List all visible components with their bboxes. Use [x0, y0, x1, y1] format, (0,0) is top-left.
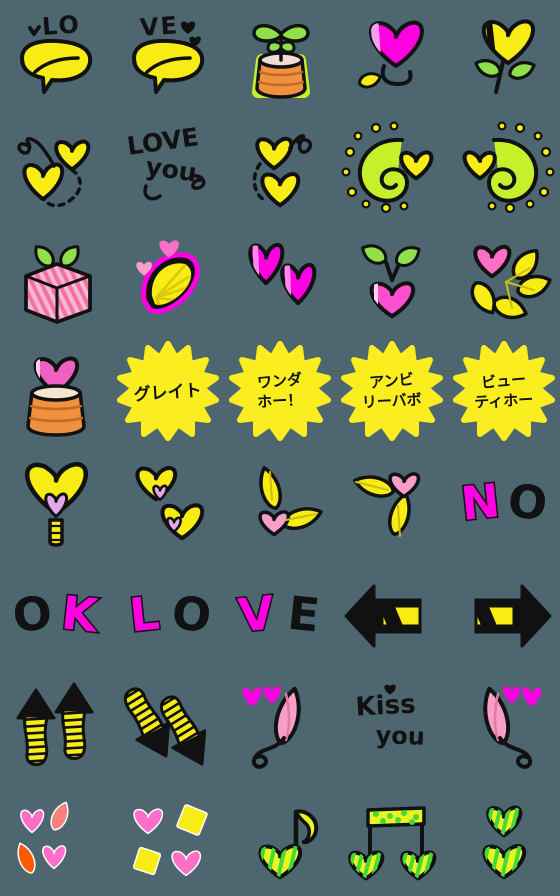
speech-bubble-ve-icon: VE — [132, 11, 205, 94]
sticker-two-hearts-swirl-right[interactable] — [224, 112, 336, 224]
cherry-heart-icon — [361, 244, 421, 319]
svg-text:you: you — [375, 721, 425, 751]
sticker-confetti-hearts-diamonds[interactable] — [112, 784, 224, 896]
sticker-arrows-up[interactable] — [0, 672, 112, 784]
sticker-arrow-right[interactable] — [448, 560, 560, 672]
love-you-text-icon: LOVEyou — [125, 122, 206, 201]
arrows-down-icon — [121, 684, 207, 766]
sticker-burst-wonderful[interactable]: ワンダ ホー！ — [224, 336, 336, 448]
sticker-word-no[interactable]: NO — [448, 448, 560, 560]
sticker-speech-bubble-lo[interactable]: LO — [0, 0, 112, 112]
sticker-two-yellow-hearts[interactable] — [112, 448, 224, 560]
pink-yellow-flower-icon — [470, 244, 552, 320]
svg-text:LO: LO — [41, 10, 82, 41]
potted-sprout-icon — [252, 23, 310, 99]
speech-bubble-lo-icon: LO — [20, 10, 93, 94]
heart-balloon-icon — [24, 462, 89, 547]
svg-text:N: N — [458, 473, 502, 531]
eighth-note-heart-icon — [258, 809, 319, 880]
gift-box-icon — [24, 245, 92, 324]
heart-in-sack-icon — [26, 356, 86, 437]
petal-swirl-left-icon — [242, 686, 301, 769]
burst-wonderful-icon: ワンダホー！ — [229, 341, 331, 441]
sticker-petal-swirl-left[interactable] — [224, 672, 336, 784]
burst-great-icon: グレイト — [117, 341, 219, 441]
svg-text:you: you — [144, 152, 199, 188]
sticker-swirl-heart-sparkle-right[interactable] — [448, 112, 560, 224]
sticker-burst-unbelievable[interactable]: アンビ リーバボ — [336, 336, 448, 448]
word-ok-icon: OK — [10, 584, 104, 645]
sticker-heart-balloon[interactable] — [0, 448, 112, 560]
confetti-hearts-pink-icon — [17, 801, 69, 874]
svg-text:L: L — [127, 586, 162, 643]
sticker-potted-sprout[interactable] — [224, 0, 336, 112]
sticker-arrows-down[interactable] — [112, 672, 224, 784]
sticker-speech-bubble-ve[interactable]: VE — [112, 0, 224, 112]
sticker-word-lo[interactable]: LO — [112, 560, 224, 672]
burst-beautiful-icon: ビューティホー — [453, 341, 555, 441]
sticker-gift-box[interactable] — [0, 224, 112, 336]
magenta-striped-hearts-icon — [248, 243, 317, 306]
sticker-arrow-left[interactable] — [336, 560, 448, 672]
sticker-burst-beautiful[interactable]: ビュー ティホー — [448, 336, 560, 448]
kiss-you-text-icon: Kissyou — [355, 684, 425, 751]
sticker-leaf-trio-down[interactable] — [224, 448, 336, 560]
svg-text:アンビ: アンビ — [369, 370, 415, 392]
sticker-petal-swirl-right[interactable] — [448, 672, 560, 784]
svg-text:O: O — [10, 585, 55, 643]
sticker-beamed-notes-heart[interactable] — [336, 784, 448, 896]
sticker-yellow-heart-flower[interactable] — [448, 0, 560, 112]
sticker-heart-in-sack[interactable] — [0, 336, 112, 448]
leaf-trio-up-icon — [353, 472, 421, 537]
svg-text:E: E — [285, 586, 322, 643]
yellow-heart-flower-icon — [474, 19, 536, 94]
two-yellow-hearts-icon — [135, 466, 205, 541]
svg-text:V: V — [236, 585, 277, 642]
sticker-magenta-heart-flower[interactable] — [336, 0, 448, 112]
sticker-word-ve[interactable]: VE — [224, 560, 336, 672]
sticker-pink-yellow-flower[interactable] — [448, 224, 560, 336]
svg-text:リーバボ: リーバボ — [361, 390, 422, 411]
arrow-left-icon — [344, 584, 422, 648]
sticker-burst-great[interactable]: グレイト — [112, 336, 224, 448]
sticker-two-hearts-swirl-left[interactable] — [0, 112, 112, 224]
swirl-heart-sparkle-left-icon — [341, 121, 434, 214]
sticker-confetti-hearts-pink[interactable] — [0, 784, 112, 896]
magenta-heart-flower-icon — [358, 20, 424, 89]
two-hearts-swirl-right-icon — [252, 134, 313, 208]
word-ve-icon: VE — [234, 584, 322, 644]
word-no-icon: NO — [457, 472, 550, 533]
svg-text:ホー！: ホー！ — [257, 391, 303, 411]
sticker-stacked-hearts[interactable] — [448, 784, 560, 896]
svg-text:Kiss: Kiss — [355, 689, 417, 722]
sticker-sheet: LO VE LOVE you グレイト ワンダ ホー！ アンビ リーバボ ビュー ティホー N O O K L… — [0, 0, 560, 896]
svg-text:VE: VE — [139, 11, 180, 42]
sticker-magenta-striped-hearts[interactable] — [224, 224, 336, 336]
svg-text:O: O — [169, 585, 214, 643]
sticker-word-ok[interactable]: OK — [0, 560, 112, 672]
sticker-eighth-note-heart[interactable] — [224, 784, 336, 896]
svg-text:O: O — [505, 473, 550, 531]
sticker-lemon-slice[interactable] — [112, 224, 224, 336]
sticker-kiss-you-text[interactable]: Kiss you — [336, 672, 448, 784]
arrows-up-icon — [16, 682, 94, 766]
sticker-leaf-trio-up[interactable] — [336, 448, 448, 560]
word-lo-icon: LO — [125, 584, 214, 644]
beamed-notes-heart-icon — [348, 806, 437, 881]
burst-unbelievable-icon: アンビリーバボ — [341, 341, 443, 441]
sticker-cherry-heart[interactable] — [336, 224, 448, 336]
arrow-right-icon — [474, 584, 552, 648]
lemon-slice-icon — [136, 240, 200, 314]
two-hearts-swirl-left-icon — [17, 137, 91, 208]
stacked-hearts-icon — [482, 805, 527, 880]
sticker-swirl-heart-sparkle-left[interactable] — [336, 112, 448, 224]
swirl-heart-sparkle-right-icon — [462, 121, 555, 214]
confetti-hearts-diamonds-icon — [132, 804, 208, 877]
svg-text:K: K — [59, 585, 102, 643]
leaf-trio-down-icon — [258, 466, 323, 537]
sticker-love-you-text[interactable]: LOVE you — [112, 112, 224, 224]
petal-swirl-right-icon — [483, 686, 542, 769]
svg-text:ティホー: ティホー — [474, 390, 534, 411]
